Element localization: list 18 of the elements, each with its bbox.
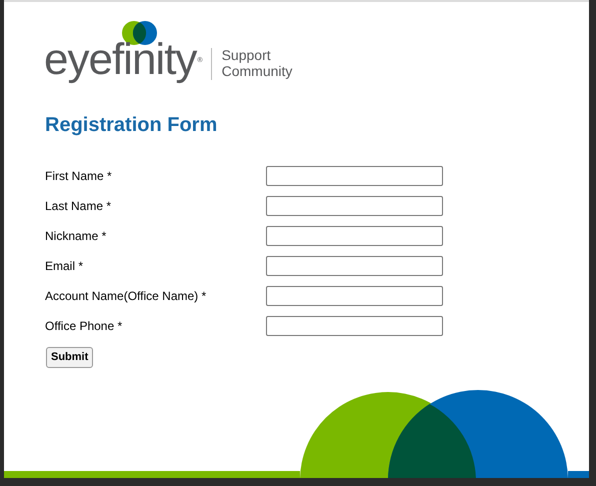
logo-tagline: Support: [222, 47, 272, 63]
input-field[interactable]: [266, 256, 443, 276]
submit-button[interactable]: Submit: [46, 347, 94, 368]
input-field[interactable]: [266, 226, 443, 246]
logo-tagline: Community: [222, 63, 292, 79]
input-field[interactable]: [266, 286, 443, 306]
field-label: First Name *: [45, 168, 113, 185]
field-label: Last Name *: [45, 198, 112, 215]
field-label: Office Phone *: [45, 318, 124, 335]
field-label: Account Name(Office Name) *: [45, 288, 208, 305]
input-field[interactable]: [266, 316, 443, 336]
field-label: Nickname *: [45, 228, 108, 245]
input-field[interactable]: [266, 166, 443, 186]
logo-wordmark: eyefinity: [44, 38, 196, 82]
form-title: Registration Form: [45, 113, 218, 138]
field-label: Email *: [45, 258, 84, 275]
input-field[interactable]: [266, 196, 443, 216]
footer-bar: [568, 471, 589, 478]
